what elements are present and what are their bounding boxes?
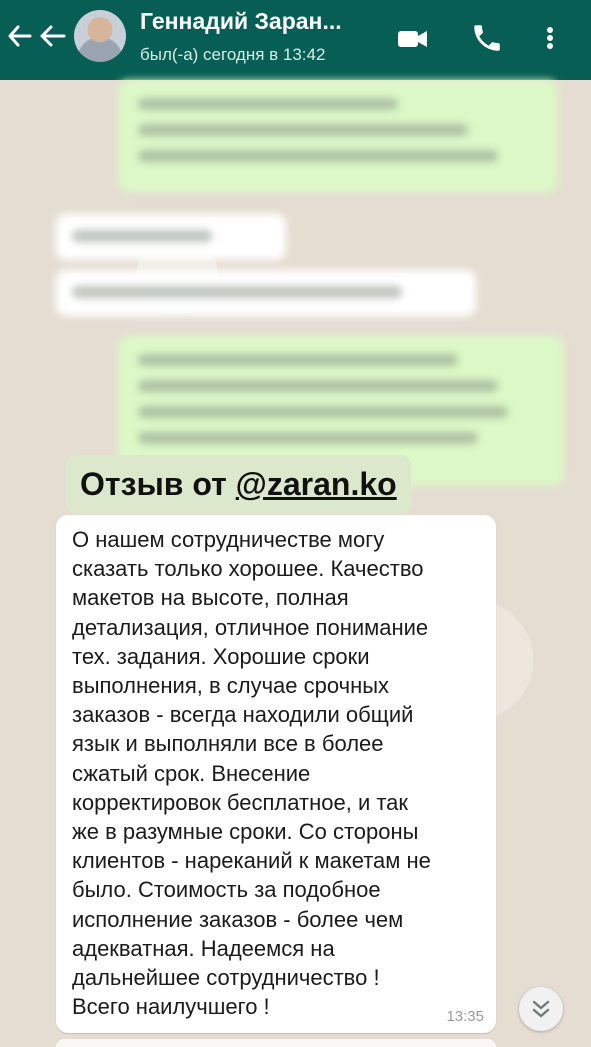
video-call-button[interactable] bbox=[396, 20, 430, 61]
message-bubble-out bbox=[118, 80, 558, 192]
chat-header: Геннадий Заран... был(-а) сегодня в 13:4… bbox=[0, 0, 591, 80]
avatar[interactable] bbox=[74, 10, 126, 62]
voice-call-button[interactable] bbox=[470, 20, 504, 61]
more-options-button[interactable] bbox=[536, 20, 564, 61]
back-arrow-icon bbox=[8, 25, 66, 47]
blurred-messages bbox=[0, 80, 591, 520]
contact-name[interactable]: Геннадий Заран... bbox=[140, 8, 380, 35]
chevron-down-icon bbox=[532, 1000, 550, 1018]
phone-icon bbox=[474, 25, 500, 51]
review-message-bubble[interactable]: О нашем сотрудничестве могу сказать толь… bbox=[56, 515, 496, 1033]
message-bubble-in bbox=[56, 214, 286, 260]
banner-prefix: Отзыв от bbox=[80, 466, 236, 502]
video-call-icon bbox=[398, 31, 427, 47]
message-timestamp: 13:35 bbox=[446, 1008, 484, 1025]
more-options-icon bbox=[547, 27, 553, 49]
scroll-to-bottom-button[interactable] bbox=[519, 987, 563, 1031]
review-title-banner: Отзыв от @zaran.ko bbox=[66, 455, 411, 513]
back-button[interactable] bbox=[6, 16, 68, 56]
author-handle: @zaran.ko bbox=[235, 466, 397, 502]
review-message-text: О нашем сотрудничестве могу сказать толь… bbox=[72, 527, 431, 1020]
last-seen-status: был(-а) сегодня в 13:42 bbox=[140, 45, 326, 64]
message-bubble-in bbox=[56, 270, 476, 316]
next-message-edge bbox=[56, 1039, 496, 1047]
